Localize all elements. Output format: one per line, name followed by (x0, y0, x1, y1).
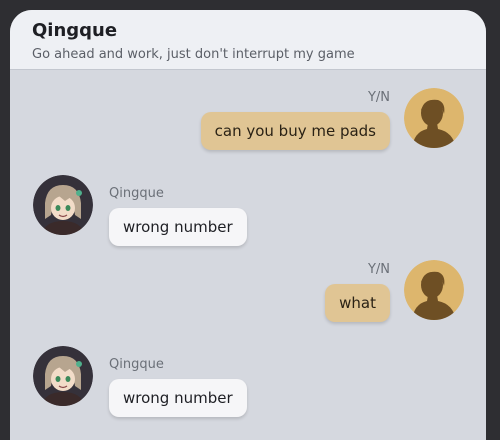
sender-name: Y/N (367, 90, 390, 105)
contact-status: Go ahead and work, just don't interrupt … (32, 47, 355, 62)
qingque-portrait-icon (33, 175, 93, 235)
message-bubble[interactable]: can you buy me pads (200, 112, 390, 150)
sender-name: Y/N (367, 262, 390, 277)
qingque-portrait-icon (33, 346, 93, 406)
contact-name: Qingque (32, 20, 118, 41)
message-bubble[interactable]: wrong number (109, 379, 247, 417)
user-avatar[interactable] (404, 88, 464, 148)
chat-window: Qingque Go ahead and work, just don't in… (10, 10, 486, 440)
message-bubble[interactable]: what (325, 284, 390, 322)
message-bubble[interactable]: wrong number (109, 208, 247, 246)
chat-header: Qingque Go ahead and work, just don't in… (10, 10, 486, 70)
user-silhouette-icon (404, 88, 464, 148)
user-silhouette-icon (404, 260, 464, 320)
contact-avatar[interactable] (33, 346, 93, 406)
sender-name: Qingque (109, 186, 164, 201)
user-avatar[interactable] (404, 260, 464, 320)
contact-avatar[interactable] (33, 175, 93, 235)
sender-name: Qingque (109, 357, 164, 372)
